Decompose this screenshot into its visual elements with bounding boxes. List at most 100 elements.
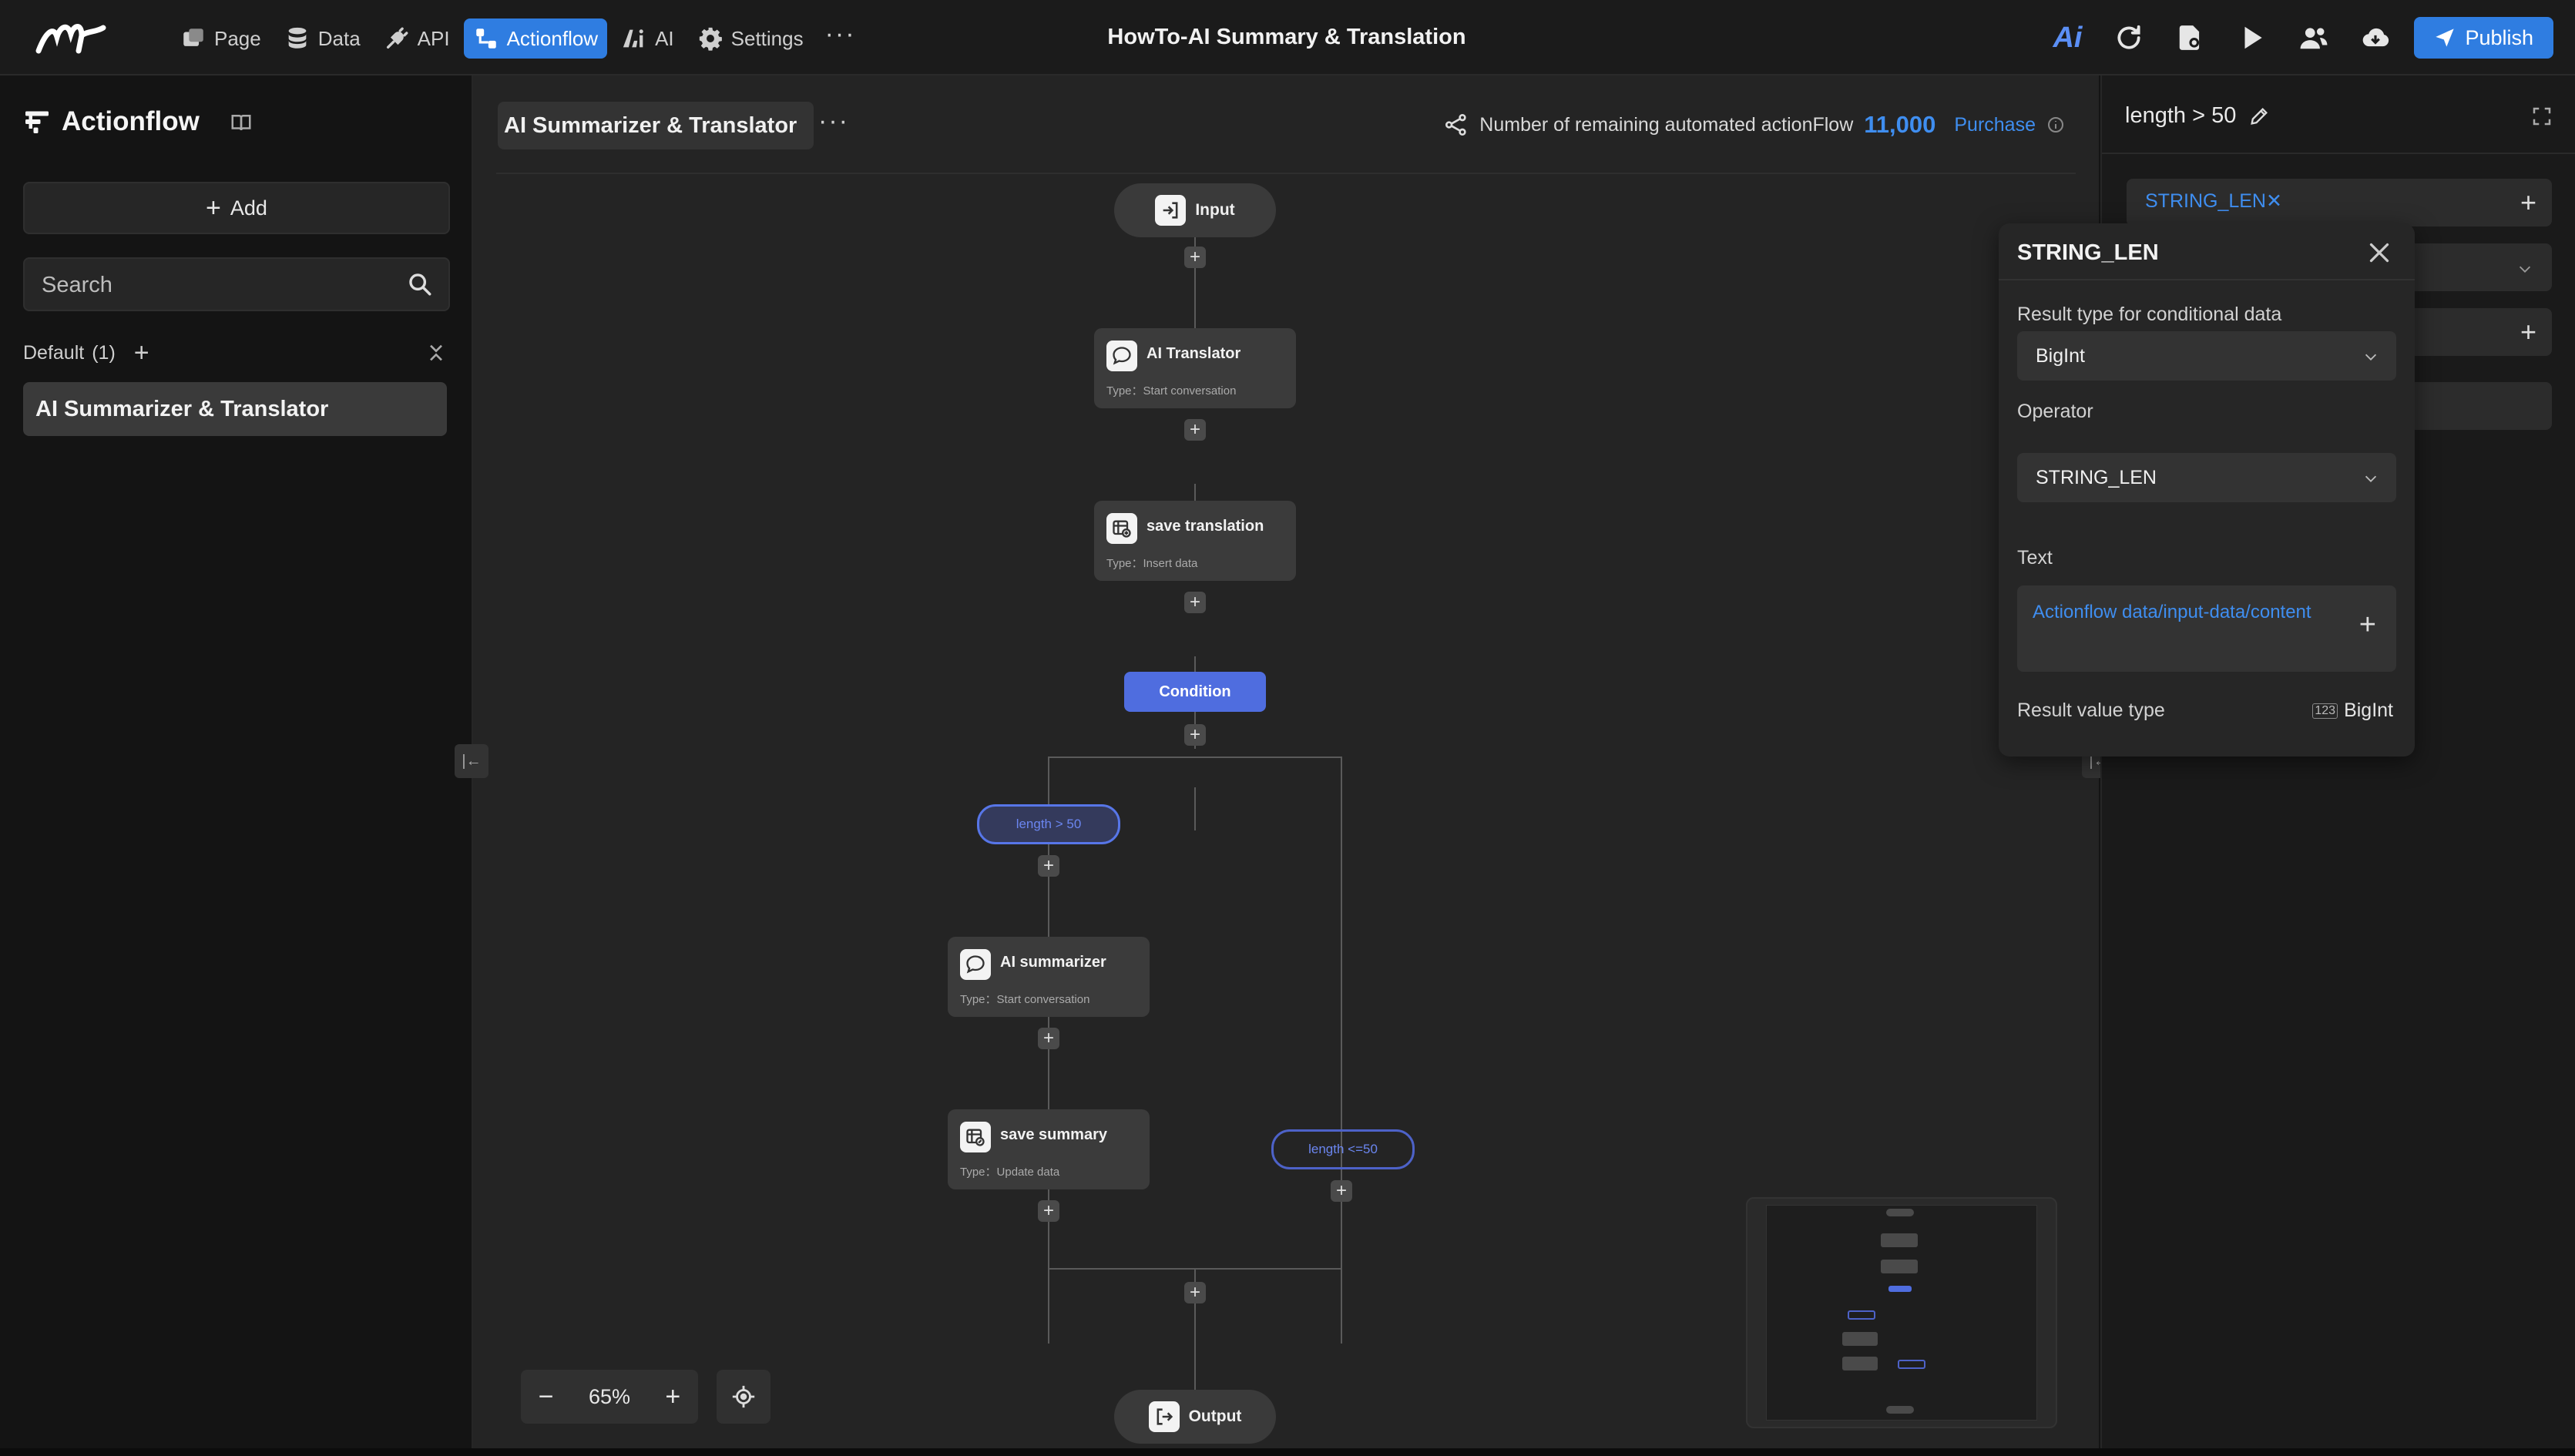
add-step-button[interactable]: + — [1038, 1028, 1059, 1049]
nav-data[interactable]: Data — [275, 18, 370, 59]
ai-translator-node[interactable]: AI Translator Type：Start conversation — [1094, 328, 1296, 408]
nav-ai[interactable]: AI — [612, 18, 683, 59]
cloud-icon[interactable] — [2352, 18, 2399, 58]
canvas-header-divider — [496, 173, 2076, 174]
collapse-left-panel-handle[interactable]: |← — [455, 744, 488, 778]
app-logo[interactable] — [34, 15, 111, 59]
result-type-select[interactable]: BigInt — [2017, 331, 2396, 381]
actionflow-sidebar: Actionflow + Add Default (1) + AI Summar… — [0, 75, 473, 1456]
add-icon[interactable]: + — [2520, 186, 2536, 219]
send-icon — [2436, 29, 2455, 47]
connector — [1048, 757, 1342, 758]
pencil-icon[interactable] — [2248, 106, 2270, 127]
database-edit-icon — [960, 1122, 991, 1152]
expression-field[interactable]: STRING_LEN✕ + — [2127, 179, 2552, 226]
zoom-out-button[interactable]: − — [539, 1382, 554, 1412]
plug-icon — [386, 27, 408, 49]
output-node[interactable]: Output — [1114, 1390, 1276, 1444]
add-step-button[interactable]: + — [1184, 592, 1206, 613]
search-input[interactable] — [40, 259, 382, 311]
nav-page-label: Page — [214, 26, 261, 50]
nav-settings[interactable]: Settings — [688, 18, 813, 59]
zoom-control: − 65% + — [521, 1370, 698, 1424]
sidebar-item-ai-summarizer[interactable]: AI Summarizer & Translator — [23, 382, 447, 436]
add-label: Add — [230, 196, 267, 220]
string-len-popover: STRING_LEN Result type for conditional d… — [1999, 223, 2415, 757]
users-icon[interactable] — [2291, 18, 2337, 58]
operator-select[interactable]: STRING_LEN — [2017, 453, 2396, 502]
remove-token-icon[interactable]: ✕ — [2266, 190, 2282, 212]
zoom-in-button[interactable]: + — [665, 1382, 680, 1412]
function-token[interactable]: STRING_LEN✕ — [2145, 190, 2282, 213]
nav-actionflow-label: Actionflow — [506, 26, 599, 50]
panel-title: length > 50 — [2125, 103, 2270, 129]
ai-assistant-icon[interactable]: Ai — [2044, 18, 2090, 58]
minimap-node — [1881, 1233, 1918, 1247]
minimap[interactable] — [1746, 1197, 2057, 1428]
ai-icon — [623, 29, 643, 48]
flow-canvas[interactable]: AI Summarizer & Translator ··· Number of… — [455, 75, 2116, 1448]
minimap-viewport[interactable] — [1766, 1205, 2037, 1421]
branch-length-lte-50[interactable]: length <=50 — [1271, 1129, 1415, 1169]
login-icon — [1155, 195, 1187, 226]
nav-page[interactable]: Page — [171, 18, 270, 59]
ai-summarizer-node[interactable]: AI summarizer Type：Start conversation — [948, 937, 1150, 1017]
close-icon[interactable] — [2365, 239, 2393, 267]
add-icon[interactable]: + — [2520, 316, 2536, 348]
document-settings-icon[interactable] — [2167, 18, 2214, 58]
group-count: (1) — [92, 341, 116, 364]
add-step-button[interactable]: + — [1184, 724, 1206, 746]
collapse-icon[interactable] — [425, 342, 447, 364]
add-step-button[interactable]: + — [1184, 419, 1206, 441]
branch-length-gt-50[interactable]: length > 50 — [977, 804, 1120, 844]
chat-bubble-icon — [1106, 341, 1137, 371]
nav-more-button[interactable]: ··· — [817, 19, 864, 49]
search-icon[interactable] — [407, 271, 433, 297]
save-translation-node[interactable]: save translation Type：Insert data — [1094, 501, 1296, 581]
connector — [1048, 757, 1049, 1344]
expand-icon[interactable] — [2530, 105, 2553, 128]
node-type: Type：Start conversation — [960, 993, 1090, 1006]
nav-api[interactable]: API — [374, 18, 459, 59]
add-step-button[interactable]: + — [1331, 1180, 1352, 1202]
top-toolbar: Ai Publish — [2044, 17, 2553, 59]
flow-title[interactable]: AI Summarizer & Translator — [498, 102, 814, 149]
nav-actionflow[interactable]: Actionflow — [463, 18, 608, 59]
save-summary-node[interactable]: save summary Type：Update data — [948, 1109, 1150, 1189]
add-step-button[interactable]: + — [1184, 247, 1206, 268]
result-type-value: BigInt — [2036, 345, 2085, 367]
remaining-quota: Number of remaining automated actionFlow… — [1444, 111, 2065, 139]
database-edit-icon — [1106, 513, 1137, 544]
text-input[interactable]: Actionflow data/input-data/content + — [2017, 585, 2396, 672]
condition-node[interactable]: Condition — [1124, 672, 1266, 712]
purchase-link[interactable]: Purchase — [1954, 114, 2036, 136]
search-field — [23, 257, 450, 311]
flow-icon — [475, 29, 496, 49]
share-nodes-icon — [1445, 114, 1466, 136]
group-add-icon[interactable]: + — [134, 338, 149, 368]
add-step-button[interactable]: + — [1038, 1200, 1059, 1222]
book-icon[interactable] — [230, 111, 253, 134]
operator-label: Operator — [2017, 401, 2093, 422]
info-icon[interactable] — [2046, 116, 2065, 134]
add-step-button[interactable]: + — [1038, 855, 1059, 877]
add-icon[interactable]: + — [2359, 609, 2376, 642]
add-step-button[interactable]: + — [1184, 1282, 1206, 1303]
recenter-button[interactable] — [717, 1370, 770, 1424]
result-type-label: Result type for conditional data — [2017, 304, 2282, 325]
token-label: STRING_LEN — [2145, 190, 2266, 212]
minimap-node — [1886, 1406, 1914, 1414]
publish-button[interactable]: Publish — [2414, 17, 2553, 59]
group-default[interactable]: Default (1) + — [23, 337, 447, 368]
play-icon[interactable] — [2229, 18, 2275, 58]
input-node[interactable]: Input — [1114, 183, 1276, 237]
node-title: AI Translator — [1146, 345, 1241, 362]
group-name: Default — [23, 341, 85, 364]
refresh-icon[interactable] — [2106, 18, 2152, 58]
branch-title: length > 50 — [2125, 103, 2237, 128]
node-type: Type：Insert data — [1106, 557, 1198, 570]
add-actionflow-button[interactable]: + Add — [23, 182, 450, 234]
text-value[interactable]: Actionflow data/input-data/content — [2033, 595, 2341, 630]
flow-more-button[interactable]: ··· — [818, 106, 849, 136]
minimap-node — [1881, 1260, 1918, 1273]
